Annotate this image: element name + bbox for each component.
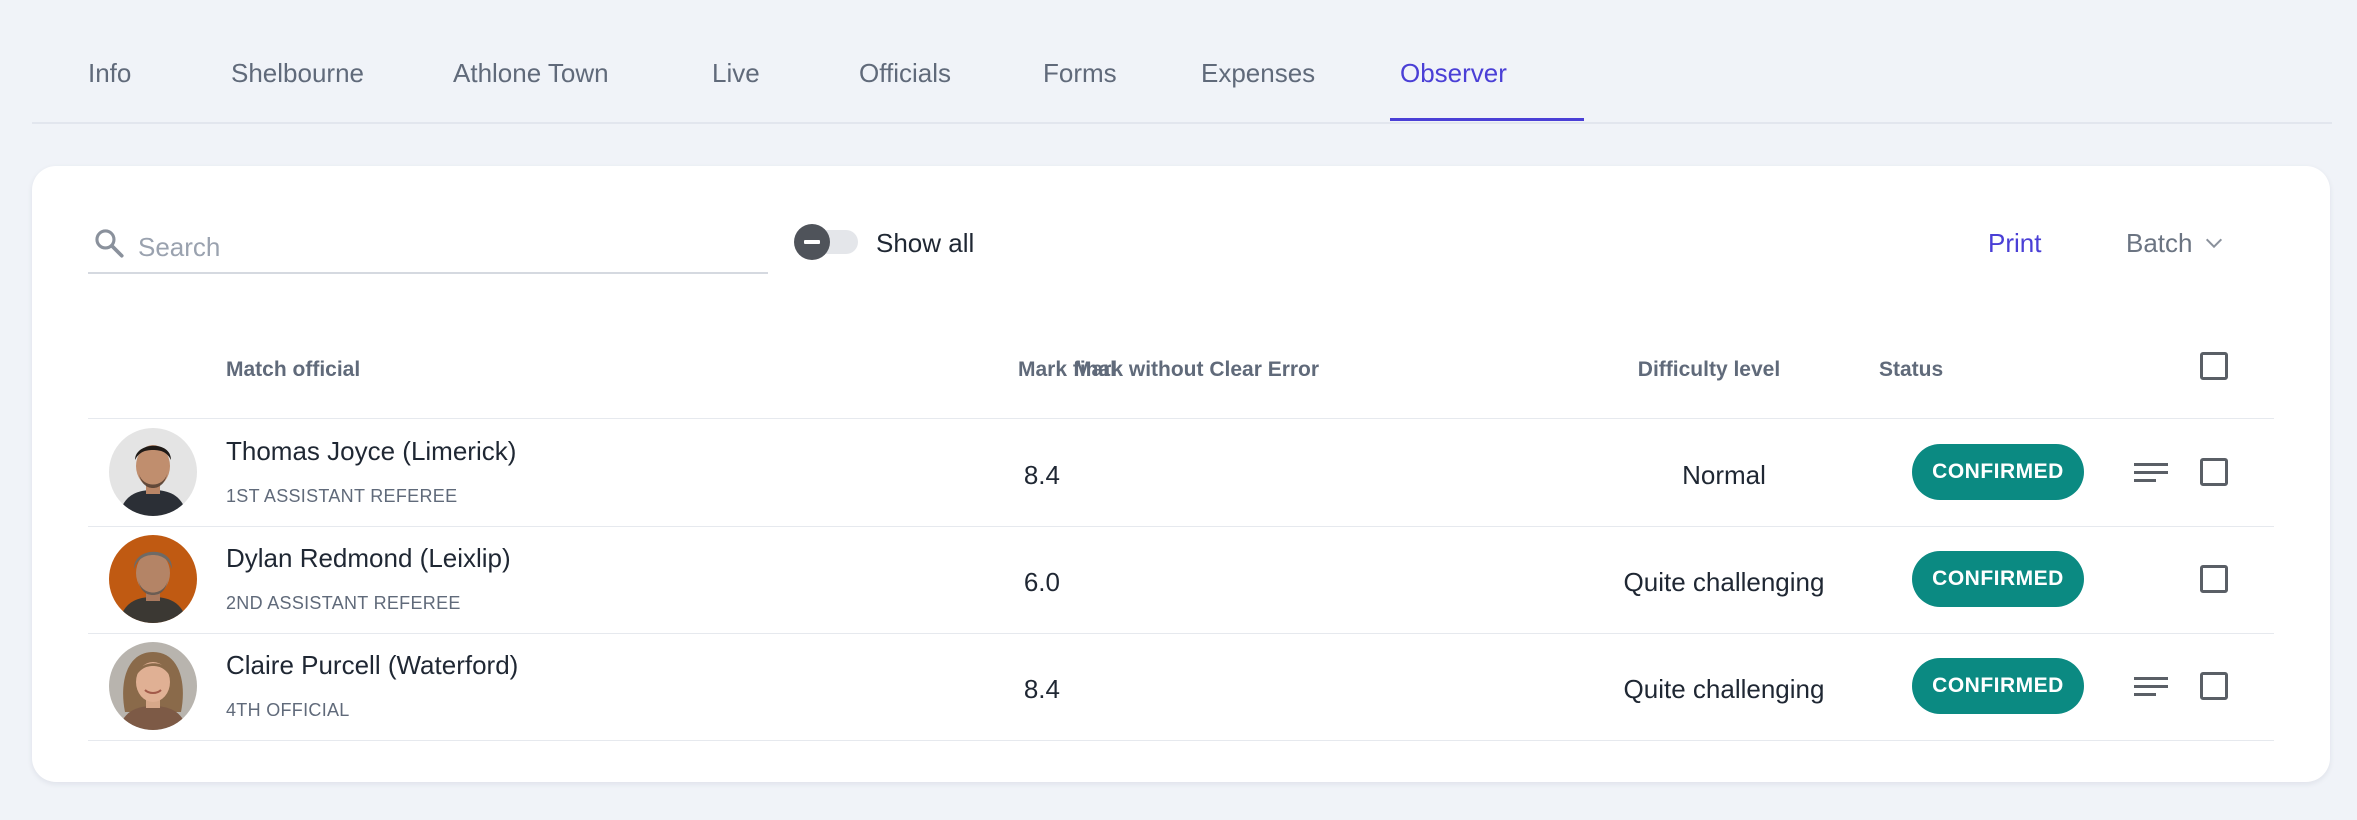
mark-final-value: 6.0 bbox=[1023, 567, 1060, 597]
status-badge: CONFIRMED bbox=[1912, 658, 2084, 714]
tab-observer[interactable]: Observer bbox=[1400, 58, 1507, 122]
column-header-status: Status bbox=[1879, 358, 1944, 381]
search-input[interactable] bbox=[136, 226, 760, 268]
official-name: Thomas Joyce (Limerick) bbox=[226, 436, 517, 466]
status-badge: CONFIRMED bbox=[1912, 551, 2084, 607]
column-header-mark-without-error: Mark without Clear Error bbox=[1074, 358, 1320, 381]
tab-info[interactable]: Info bbox=[88, 58, 131, 122]
tab-officials[interactable]: Officials bbox=[859, 58, 951, 122]
mark-final-value: 8.4 bbox=[1023, 674, 1060, 704]
search-box bbox=[88, 220, 768, 274]
chevron-down-icon bbox=[2205, 238, 2222, 249]
tab-shelbourne[interactable]: Shelbourne bbox=[231, 58, 364, 122]
avatar bbox=[109, 428, 197, 516]
table-row: Claire Purcell (Waterford) 4TH OFFICIAL … bbox=[88, 634, 2274, 741]
official-name: Claire Purcell (Waterford) bbox=[226, 650, 519, 680]
header-divider bbox=[88, 418, 2274, 419]
show-all-toggle[interactable] bbox=[794, 224, 860, 260]
official-role: 1ST ASSISTANT REFEREE bbox=[226, 486, 458, 506]
show-all-label: Show all bbox=[876, 228, 975, 258]
tab-live[interactable]: Live bbox=[712, 58, 760, 122]
difficulty-value: Quite challenging bbox=[1623, 567, 1825, 597]
official-role: 2ND ASSISTANT REFEREE bbox=[226, 593, 461, 613]
observer-card: Show all Print Batch Match official Mark… bbox=[32, 166, 2330, 782]
avatar bbox=[109, 642, 197, 730]
tab-bar: Info Shelbourne Athlone Town Live Offici… bbox=[32, 0, 2332, 124]
table-row: Thomas Joyce (Limerick) 1ST ASSISTANT RE… bbox=[88, 420, 2274, 527]
tab-athlone-town[interactable]: Athlone Town bbox=[453, 58, 609, 122]
row-checkbox[interactable] bbox=[2200, 565, 2228, 593]
difficulty-value: Quite challenging bbox=[1623, 674, 1825, 704]
official-name: Dylan Redmond (Leixlip) bbox=[226, 543, 511, 573]
mark-final-value: 8.4 bbox=[1023, 460, 1060, 490]
tab-expenses[interactable]: Expenses bbox=[1201, 58, 1315, 122]
batch-label: Batch bbox=[2126, 228, 2193, 258]
tab-forms[interactable]: Forms bbox=[1043, 58, 1117, 122]
difficulty-value: Normal bbox=[1682, 460, 1766, 490]
search-icon bbox=[95, 229, 124, 258]
status-badge: CONFIRMED bbox=[1912, 444, 2084, 500]
avatar bbox=[109, 535, 197, 623]
row-checkbox[interactable] bbox=[2200, 672, 2228, 700]
row-checkbox[interactable] bbox=[2200, 458, 2228, 486]
column-header-official: Match official bbox=[226, 358, 361, 381]
batch-dropdown[interactable]: Batch bbox=[2126, 228, 2225, 259]
official-role: 4TH OFFICIAL bbox=[226, 700, 350, 720]
print-button[interactable]: Print bbox=[1988, 228, 2041, 259]
notes-icon[interactable] bbox=[2134, 458, 2170, 488]
table-row: Dylan Redmond (Leixlip) 2ND ASSISTANT RE… bbox=[88, 527, 2274, 634]
active-tab-indicator bbox=[1390, 118, 1584, 121]
select-all-checkbox[interactable] bbox=[2200, 352, 2228, 380]
column-header-difficulty: Difficulty level bbox=[1637, 358, 1781, 381]
notes-icon[interactable] bbox=[2134, 672, 2170, 702]
toggle-knob bbox=[794, 224, 830, 260]
